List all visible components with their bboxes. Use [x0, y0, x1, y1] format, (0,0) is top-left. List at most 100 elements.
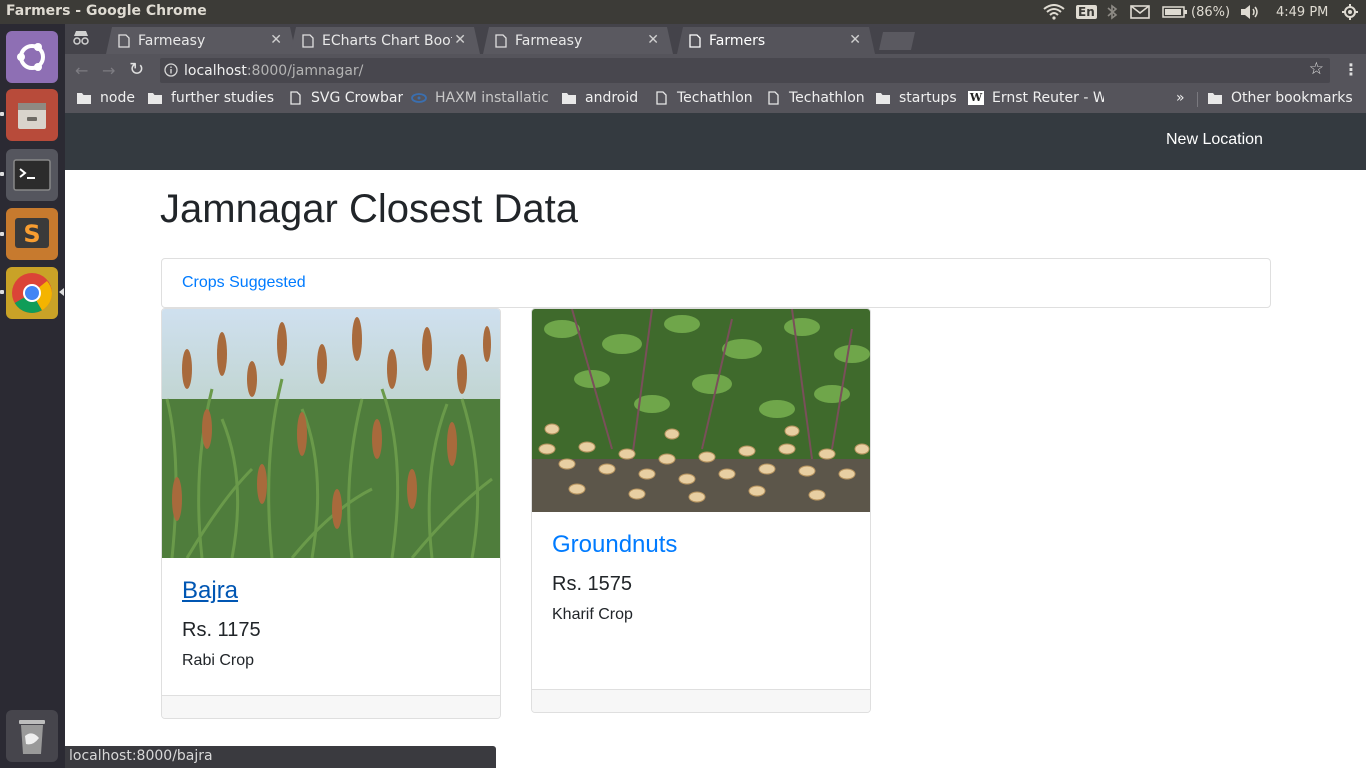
running-indicator [0, 172, 4, 176]
url-host: localhost [184, 62, 247, 79]
gear-icon[interactable] [1342, 0, 1358, 24]
bookmarks-divider [1197, 92, 1198, 107]
info-icon[interactable] [164, 63, 178, 77]
page-icon [118, 34, 130, 48]
trash-icon[interactable] [6, 710, 58, 762]
chrome-icon[interactable] [6, 267, 58, 319]
crop-card: Groundnuts Rs. 1575 Kharif Crop [531, 308, 871, 713]
bookmark-label: further studies [171, 90, 275, 106]
page-icon [302, 34, 314, 48]
keyboard-layout-indicator[interactable]: En [1076, 0, 1097, 24]
unity-launcher: S [0, 24, 65, 768]
battery-indicator[interactable]: (86%) [1162, 0, 1230, 24]
crops-suggested-header: Crops Suggested [161, 258, 1271, 308]
wifi-icon[interactable] [1043, 0, 1065, 24]
tab-title: ECharts Chart Boot [322, 32, 452, 49]
crop-title-link[interactable]: Bajra [182, 577, 238, 605]
browser-tab[interactable]: ECharts Chart Boot ✕ [290, 27, 480, 54]
crop-title-link[interactable]: Groundnuts [552, 531, 677, 559]
folder-icon [1208, 93, 1222, 104]
bookmark-label: Techathlon [677, 90, 753, 106]
volume-icon[interactable] [1240, 0, 1260, 24]
running-indicator [0, 232, 4, 236]
bookmark-label: android [585, 90, 639, 106]
bluetooth-icon[interactable] [1106, 0, 1118, 24]
battery-icon [1162, 6, 1187, 18]
system-top-panel: Farmers - Google Chrome En (86%) 4:49 PM [0, 0, 1366, 24]
page-title: Jamnagar Closest Data [160, 187, 578, 231]
browser-tab[interactable]: Farmeasy ✕ [483, 27, 673, 54]
close-icon[interactable]: ✕ [647, 32, 659, 48]
bookmark-item[interactable]: W Ernst Reuter - W [968, 90, 1104, 106]
page-icon [656, 91, 667, 105]
bookmark-label: startups [899, 90, 957, 106]
sublime-text-icon[interactable]: S [6, 208, 58, 260]
web-page: New Location Jamnagar Closest Data Crops… [65, 113, 1366, 768]
terminal-icon[interactable] [6, 149, 58, 201]
mail-icon[interactable] [1130, 0, 1150, 24]
folder-icon [77, 93, 91, 104]
window-title: Farmers - Google Chrome [6, 3, 207, 19]
tab-strip: Farmeasy ✕ ECharts Chart Boot ✕ Farmeasy… [65, 24, 1366, 54]
crop-season: Rabi Crop [182, 652, 255, 669]
bookmark-item[interactable]: further studies [147, 90, 274, 106]
bookmarks-bar: node further studies SVG Crowbar HAXM in… [65, 86, 1366, 113]
bookmark-item[interactable]: Techathlon [653, 90, 753, 106]
bookmark-label: HAXM installatic [435, 90, 549, 106]
svg-text:S: S [23, 220, 40, 248]
bookmark-item[interactable]: Techathlon [765, 90, 865, 106]
clock-label: 4:49 PM [1276, 4, 1329, 20]
more-bookmarks-button[interactable]: » [1176, 90, 1185, 106]
browser-tab-active[interactable]: Farmers ✕ [677, 27, 875, 54]
folder-icon [562, 93, 576, 104]
groundnuts-image[interactable] [532, 309, 870, 512]
keyboard-layout-label: En [1076, 5, 1097, 19]
crop-card: Bajra Rs. 1175 Rabi Crop [161, 308, 501, 719]
more-bookmarks-label: » [1176, 90, 1185, 106]
folder-icon [148, 93, 162, 104]
browser-tab[interactable]: Farmeasy ✕ [106, 27, 296, 54]
url-path: :8000/jamnagar/ [246, 62, 364, 79]
status-url-bubble: localhost:8000/bajra [65, 746, 496, 768]
bookmark-item[interactable]: android [561, 90, 638, 106]
page-icon [290, 91, 301, 105]
browser-toolbar: ← → ↻ localhost:8000/jamnagar/ ☆ ⋮ [65, 54, 1366, 86]
battery-percent: (86%) [1191, 4, 1231, 20]
files-icon[interactable] [6, 89, 58, 141]
wikipedia-icon: W [968, 91, 984, 105]
close-icon[interactable]: ✕ [849, 32, 861, 48]
bookmark-item[interactable]: node [76, 90, 135, 106]
bookmark-label: Techathlon [789, 90, 865, 106]
other-bookmarks-label: Other bookmarks [1231, 90, 1353, 106]
new-tab-button[interactable] [879, 32, 915, 50]
ubuntu-dash-icon[interactable] [6, 31, 58, 83]
active-app-arrow [59, 288, 64, 296]
star-icon[interactable]: ☆ [1309, 59, 1324, 79]
crop-price: Rs. 1575 [552, 573, 633, 595]
bajra-image[interactable] [162, 309, 500, 558]
globe-icon [411, 93, 427, 103]
back-icon[interactable]: ← [75, 61, 88, 80]
folder-icon [876, 93, 890, 104]
bookmark-item[interactable]: SVG Crowbar [287, 90, 403, 106]
tab-title: Farmeasy [515, 32, 583, 49]
bookmark-label: Ernst Reuter - W [992, 90, 1104, 106]
close-icon[interactable]: ✕ [270, 32, 282, 48]
page-icon [689, 34, 701, 48]
bookmark-item[interactable]: HAXM installatic [411, 90, 551, 106]
clock[interactable]: 4:49 PM [1276, 0, 1328, 24]
running-indicator [0, 112, 4, 116]
close-icon[interactable]: ✕ [454, 32, 466, 48]
other-bookmarks[interactable]: Other bookmarks [1207, 90, 1353, 106]
bookmark-item[interactable]: startups [875, 90, 957, 106]
address-bar[interactable]: localhost:8000/jamnagar/ ☆ [160, 58, 1330, 83]
bookmark-label: node [100, 90, 135, 106]
new-location-link[interactable]: New Location [1166, 131, 1263, 149]
crops-suggested-link[interactable]: Crops Suggested [182, 274, 306, 292]
site-navbar: New Location [65, 113, 1366, 170]
menu-icon[interactable]: ⋮ [1343, 60, 1359, 79]
reload-icon[interactable]: ↻ [129, 59, 144, 80]
page-icon [768, 91, 779, 105]
forward-icon[interactable]: → [102, 61, 115, 80]
crop-season: Kharif Crop [552, 606, 633, 623]
